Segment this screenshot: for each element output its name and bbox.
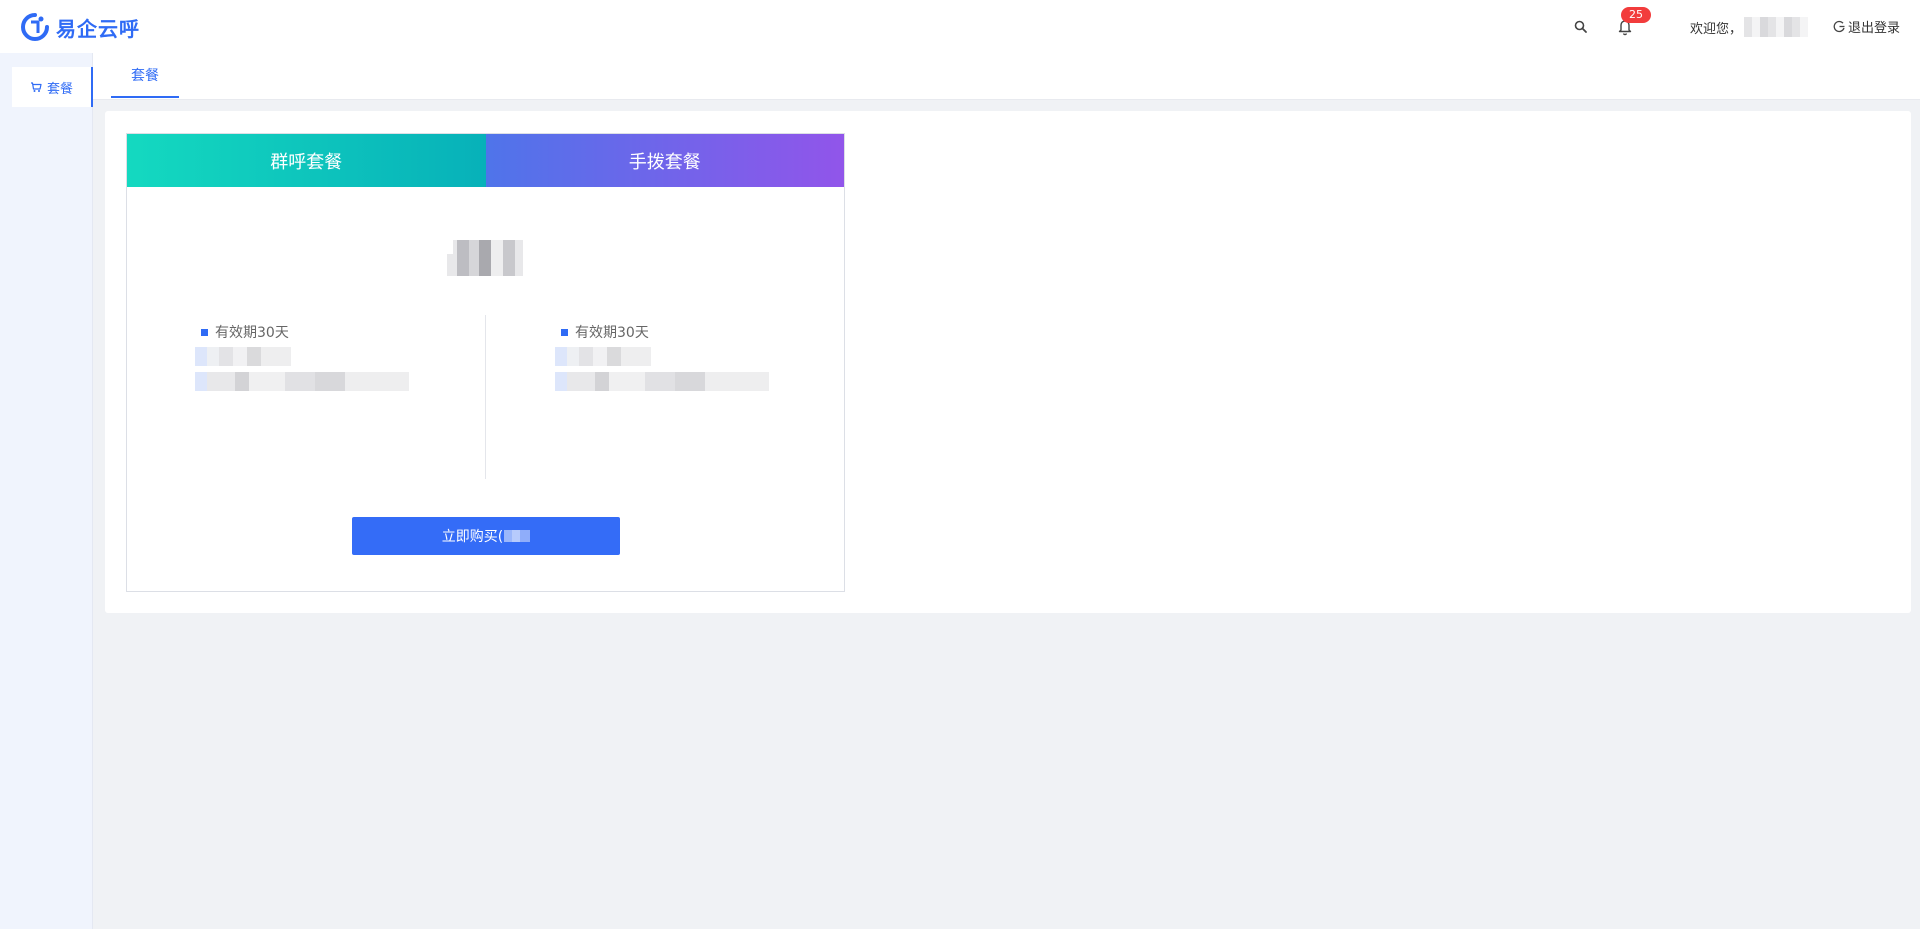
feature-validity: 有效期30天 xyxy=(555,323,795,341)
bullet-icon xyxy=(201,328,208,336)
validity-text: 有效期30天 xyxy=(575,325,649,341)
cart-icon xyxy=(30,82,42,92)
tab-bar: 套餐 xyxy=(93,53,1920,100)
package-column-left: 有效期30天 xyxy=(195,323,435,391)
sidebar-item-package[interactable]: 套餐 xyxy=(12,67,93,107)
price-redacted xyxy=(504,530,531,542)
notification-badge: 25 xyxy=(1621,7,1651,23)
package-panel: 群呼套餐 手拨套餐 有效期30天 有效期30天 立即购买( xyxy=(126,133,845,592)
package-name-redacted xyxy=(447,240,523,276)
search-icon[interactable] xyxy=(1573,19,1589,35)
column-divider xyxy=(485,315,486,479)
logo-icon xyxy=(21,13,49,41)
package-column-right: 有效期30天 xyxy=(555,323,795,391)
feature-validity: 有效期30天 xyxy=(195,323,435,341)
tab-group-call-package[interactable]: 群呼套餐 xyxy=(127,134,486,187)
welcome-user: 欢迎您， xyxy=(1690,17,1809,37)
package-type-tabs: 群呼套餐 手拨套餐 xyxy=(127,134,844,187)
validity-text: 有效期30天 xyxy=(215,325,289,341)
feature-redacted xyxy=(555,347,651,366)
logout-label: 退出登录 xyxy=(1848,21,1901,36)
top-header: 易企云呼 25 欢迎您， 退出登录 xyxy=(0,0,1920,53)
app-name: 易企云呼 xyxy=(56,16,140,41)
logout-icon xyxy=(1833,20,1845,33)
sidebar-item-label: 套餐 xyxy=(46,81,73,97)
bullet-icon xyxy=(561,328,568,336)
feature-redacted xyxy=(555,372,769,391)
buy-button-label: 立即购买( xyxy=(441,529,504,545)
feature-redacted xyxy=(195,347,291,366)
welcome-text: 欢迎您， xyxy=(1690,21,1743,37)
logout-button[interactable]: 退出登录 xyxy=(1833,17,1900,36)
app-logo[interactable]: 易企云呼 xyxy=(20,12,140,42)
sidebar: 套餐 xyxy=(0,53,93,929)
username-redacted xyxy=(1744,17,1809,37)
buy-now-button[interactable]: 立即购买( xyxy=(352,517,620,555)
feature-redacted xyxy=(195,372,409,391)
tab-manual-dial-package[interactable]: 手拨套餐 xyxy=(485,134,844,187)
tab-package[interactable]: 套餐 xyxy=(111,53,179,98)
